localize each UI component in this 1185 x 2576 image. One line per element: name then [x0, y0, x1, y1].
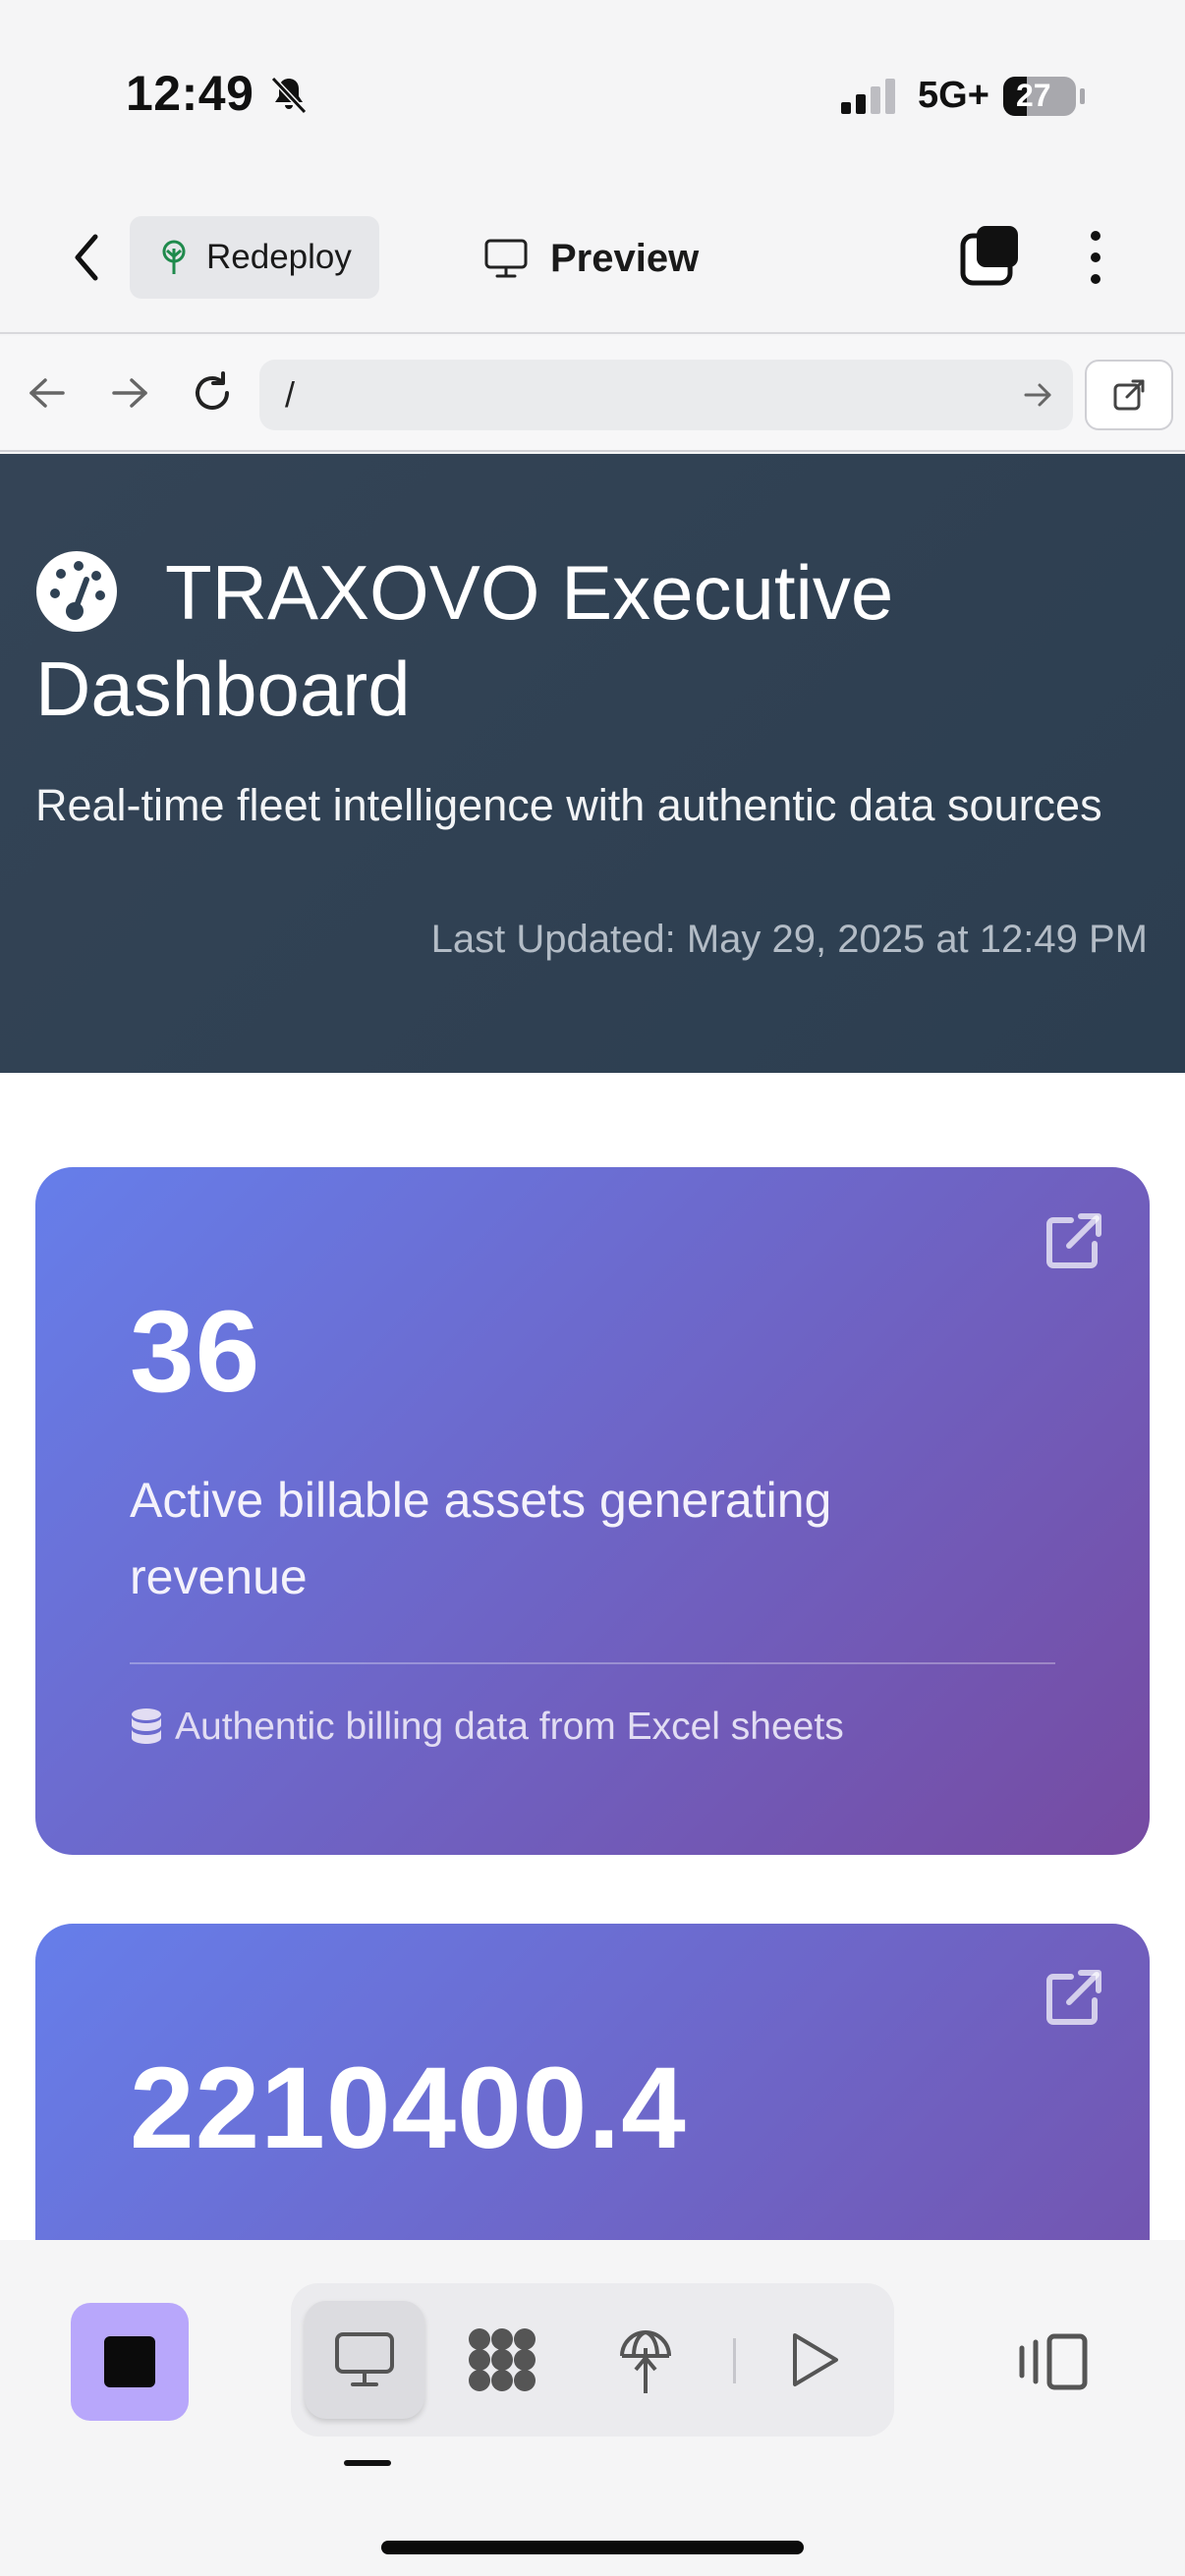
status-time: 12:49: [126, 66, 254, 121]
redeploy-button[interactable]: Redeploy: [130, 216, 379, 299]
signal-icon: [841, 79, 895, 114]
monitor-icon: [335, 2332, 394, 2386]
deploy-icon: [620, 2329, 671, 2393]
deploy-tool-button[interactable]: [586, 2301, 705, 2419]
web-preview: TRAXOVO Executive Dashboard Real-time fl…: [0, 454, 1185, 2240]
metric-card-revenue[interactable]: 2210400.4: [35, 1924, 1150, 2240]
metric-source-label: Authentic billing data from Excel sheets: [175, 1706, 844, 1748]
arrow-left-icon: [29, 378, 65, 408]
card-divider: [130, 1662, 1055, 1664]
browser-bar: /: [0, 336, 1185, 452]
active-tab-indicator: [344, 2460, 391, 2466]
monitor-icon: [484, 239, 528, 278]
back-button[interactable]: [57, 224, 116, 291]
redeploy-label: Redeploy: [206, 238, 352, 276]
status-bar: 12:49 5G+ 27: [0, 0, 1185, 187]
metric-card-billable-assets[interactable]: 36 Active billable assets generating rev…: [35, 1167, 1150, 1855]
dashboard-header: TRAXOVO Executive Dashboard Real-time fl…: [0, 454, 1185, 1073]
bottom-toolbar: [0, 2240, 1185, 2576]
reload-button[interactable]: [185, 365, 240, 420]
stop-icon: [104, 2336, 155, 2387]
battery-level: 27: [1016, 78, 1051, 113]
metric-value: 36: [130, 1287, 261, 1417]
browser-back-button[interactable]: [20, 365, 75, 420]
last-updated: Last Updated: May 29, 2025 at 12:49 PM: [430, 918, 1148, 961]
bell-slash-icon: [270, 76, 308, 115]
arrow-right-icon: [112, 378, 147, 408]
database-icon: [132, 1708, 161, 1744]
metric-source: Authentic billing data from Excel sheets: [130, 1706, 844, 1749]
metric-value: 2210400.4: [130, 2044, 687, 2173]
url-input[interactable]: /: [259, 360, 1073, 430]
tab-preview[interactable]: Preview: [483, 226, 699, 291]
external-link-icon: [1113, 379, 1145, 411]
more-vertical-icon[interactable]: [1081, 226, 1110, 289]
go-arrow-icon[interactable]: [1020, 377, 1055, 413]
reload-icon: [196, 371, 229, 410]
app-toolbar: Redeploy Preview: [0, 187, 1185, 334]
url-text: /: [285, 374, 296, 415]
tool-separator: [733, 2338, 736, 2383]
chevron-left-icon: [75, 234, 98, 281]
external-link-icon[interactable]: [1042, 1967, 1104, 2030]
stop-button[interactable]: [71, 2303, 189, 2421]
side-panel-icon[interactable]: [1014, 2319, 1093, 2401]
tree-icon: [162, 240, 186, 274]
tabs-icon[interactable]: [959, 224, 1022, 287]
open-external-button[interactable]: [1085, 360, 1173, 430]
preview-tool-button[interactable]: [305, 2301, 424, 2419]
metric-description: Active billable assets generating revenu…: [130, 1473, 832, 1604]
home-indicator: [381, 2541, 804, 2554]
network-icon: [469, 2328, 536, 2391]
preview-label: Preview: [550, 236, 700, 280]
browser-forward-button[interactable]: [102, 365, 157, 420]
tool-group: [291, 2283, 894, 2436]
network-label: 5G+: [918, 75, 989, 116]
external-link-icon[interactable]: [1042, 1210, 1104, 1273]
page-subtitle: Real-time fleet intelligence with authen…: [35, 780, 1102, 830]
play-icon: [793, 2333, 838, 2386]
network-tool-button[interactable]: [442, 2301, 562, 2419]
run-button[interactable]: [755, 2301, 875, 2419]
page-title: TRAXOVO Executive Dashboard: [35, 549, 894, 732]
